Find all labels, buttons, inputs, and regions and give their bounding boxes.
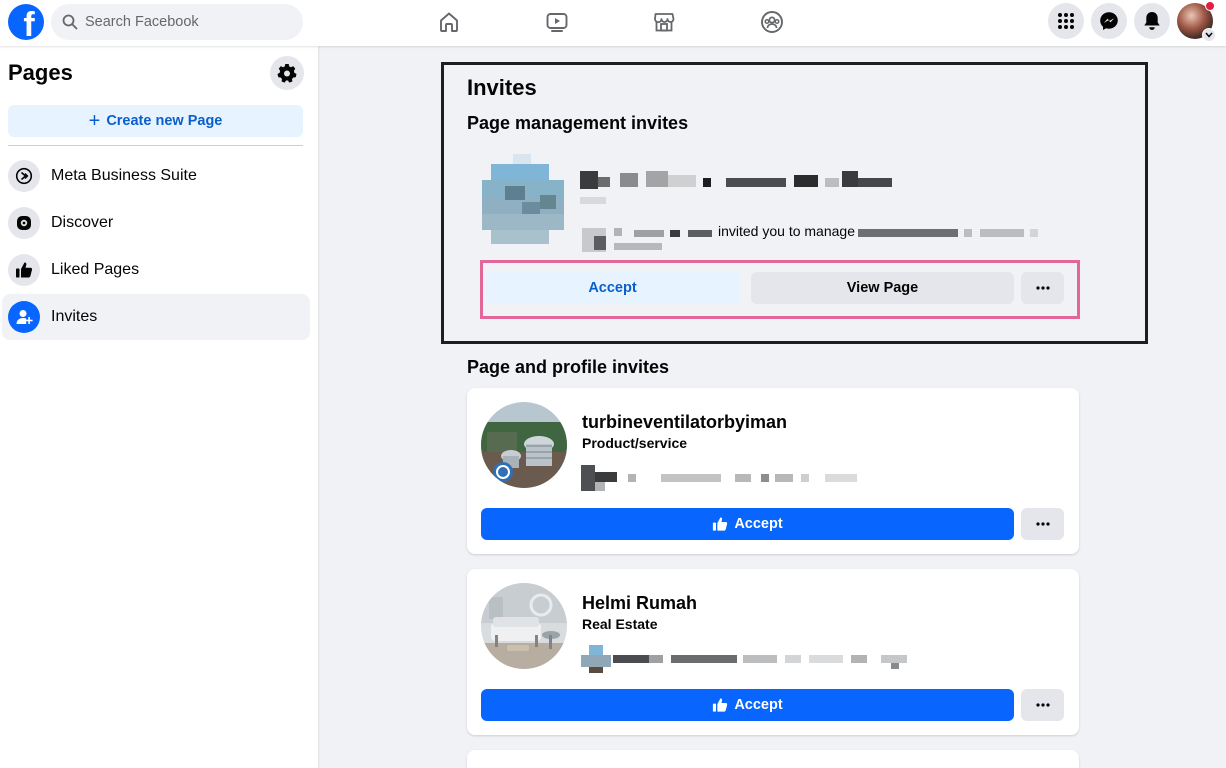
menu-button[interactable] xyxy=(1048,3,1084,39)
sidebar-title: Pages xyxy=(8,60,73,85)
more-options-button[interactable] xyxy=(1021,689,1064,721)
facebook-logo[interactable]: f xyxy=(8,4,44,40)
view-page-button[interactable]: View Page xyxy=(751,272,1014,304)
bell-icon xyxy=(1144,12,1160,30)
facebook-logo-letter: f xyxy=(23,6,35,40)
account-avatar[interactable] xyxy=(1177,1,1216,42)
groups-nav-button[interactable] xyxy=(756,6,788,38)
home-icon xyxy=(440,12,458,32)
notification-dot xyxy=(1205,1,1215,11)
page-management-invites-heading: Page management invites xyxy=(467,113,689,133)
more-options-button[interactable] xyxy=(1021,272,1064,304)
thumbs-up-icon xyxy=(713,698,728,712)
accept-management-invite-button[interactable]: Accept xyxy=(486,272,739,304)
more-horizontal-icon xyxy=(1035,522,1050,526)
sidebar-item-invites[interactable]: Invites xyxy=(2,294,310,340)
page-avatar[interactable] xyxy=(481,583,567,669)
more-horizontal-icon xyxy=(1035,703,1050,707)
marketplace-icon xyxy=(654,13,675,32)
page-title: Invites xyxy=(467,75,537,100)
more-horizontal-icon xyxy=(1035,286,1050,290)
invite-card: Helmi Rumah Real Estate Accept xyxy=(467,569,1079,735)
page-category: Real Estate xyxy=(582,616,658,632)
accept-label: Accept xyxy=(734,516,783,532)
invite-description: invited you to manage xyxy=(718,223,855,239)
page-avatar[interactable] xyxy=(481,402,567,488)
search-box[interactable] xyxy=(51,4,303,40)
compass-icon xyxy=(8,207,40,239)
accept-invite-button[interactable]: Accept xyxy=(481,508,1014,540)
sidebar-item-label: Liked Pages xyxy=(51,261,140,278)
thumbs-up-icon xyxy=(8,254,40,286)
invite-card-partial xyxy=(467,750,1079,768)
search-input[interactable] xyxy=(85,14,285,30)
video-nav-button[interactable] xyxy=(541,6,573,38)
page-profile-invites-heading: Page and profile invites xyxy=(467,357,670,377)
search-icon xyxy=(62,14,78,30)
more-options-button[interactable] xyxy=(1021,508,1064,540)
sidebar-item-label: Invites xyxy=(51,308,98,325)
page-name[interactable]: Helmi Rumah xyxy=(582,593,697,614)
person-add-icon xyxy=(8,301,40,333)
settings-button[interactable] xyxy=(270,56,304,90)
meta-business-suite-icon xyxy=(8,160,40,192)
thumbs-up-icon xyxy=(713,517,728,531)
messenger-button[interactable] xyxy=(1091,3,1127,39)
notifications-button[interactable] xyxy=(1134,3,1170,39)
accept-label: Accept xyxy=(734,697,783,713)
plus-icon: + xyxy=(88,110,101,132)
messenger-icon xyxy=(1100,12,1118,30)
grid-menu-icon xyxy=(1058,13,1074,29)
sidebar-item-label: Discover xyxy=(51,214,114,231)
groups-icon xyxy=(761,11,783,33)
page-name[interactable]: turbineventilatorbyiman xyxy=(582,412,787,433)
sidebar-divider xyxy=(8,145,303,146)
page-category: Product/service xyxy=(582,435,688,451)
video-icon xyxy=(546,13,568,32)
sidebar-item-discover[interactable]: Discover xyxy=(2,200,310,246)
sidebar-item-meta-business-suite[interactable]: Meta Business Suite xyxy=(2,153,310,199)
invite-card: turbineventilatorbyiman Product/service … xyxy=(467,388,1079,554)
chevron-down-icon xyxy=(1202,28,1216,42)
sidebar: Pages + Create new Page Meta Business Su… xyxy=(0,46,318,768)
top-navigation-bar: f xyxy=(0,0,1226,46)
create-new-page-label: Create new Page xyxy=(106,113,223,129)
accept-invite-button[interactable]: Accept xyxy=(481,689,1014,721)
gear-icon xyxy=(277,64,297,83)
home-nav-button[interactable] xyxy=(433,6,465,38)
sidebar-item-liked-pages[interactable]: Liked Pages xyxy=(2,247,310,293)
marketplace-nav-button[interactable] xyxy=(648,6,680,38)
create-new-page-button[interactable]: + Create new Page xyxy=(8,105,303,137)
sidebar-item-label: Meta Business Suite xyxy=(51,167,197,184)
